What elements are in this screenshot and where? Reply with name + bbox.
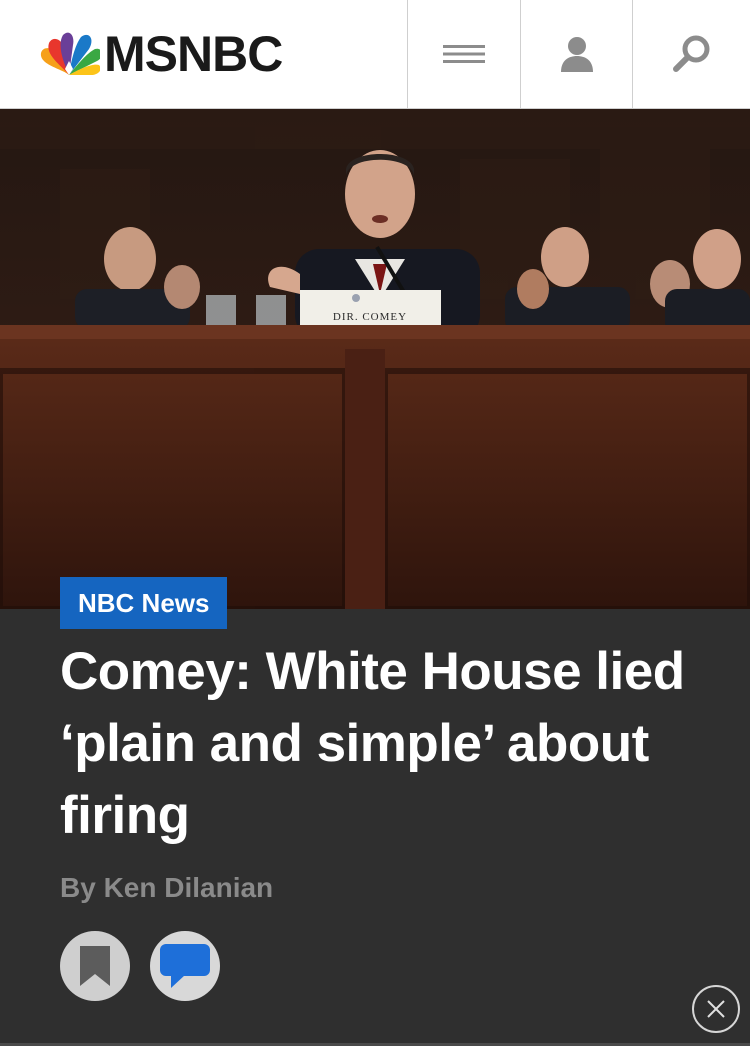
menu-button[interactable] xyxy=(407,0,519,108)
bookmark-icon xyxy=(80,946,110,986)
hamburger-menu-icon xyxy=(442,45,485,63)
article-headline[interactable]: Comey: White House lied ‘plain and simpl… xyxy=(60,636,700,852)
hearing-photo: DIR. COMEY xyxy=(0,109,750,609)
msnbc-logo[interactable]: MSNBC xyxy=(38,26,283,82)
article-byline: By Ken Dilanian xyxy=(60,872,274,903)
source-badge[interactable]: NBC News xyxy=(60,577,228,629)
close-button[interactable] xyxy=(692,985,740,1033)
close-icon xyxy=(707,1000,725,1018)
search-button[interactable] xyxy=(632,0,750,108)
user-icon xyxy=(560,37,593,72)
nameplate-text: DIR. COMEY xyxy=(333,311,407,323)
search-icon xyxy=(672,35,709,72)
site-header: MSNBC xyxy=(0,0,750,109)
hero-image[interactable]: DIR. COMEY xyxy=(0,109,750,609)
logo-wordmark: MSNBC xyxy=(104,26,283,82)
nbc-peacock-icon xyxy=(40,32,100,75)
account-button[interactable] xyxy=(520,0,632,108)
comment-icon xyxy=(160,944,210,988)
comment-button[interactable] xyxy=(150,931,220,1001)
bookmark-button[interactable] xyxy=(60,931,130,1001)
